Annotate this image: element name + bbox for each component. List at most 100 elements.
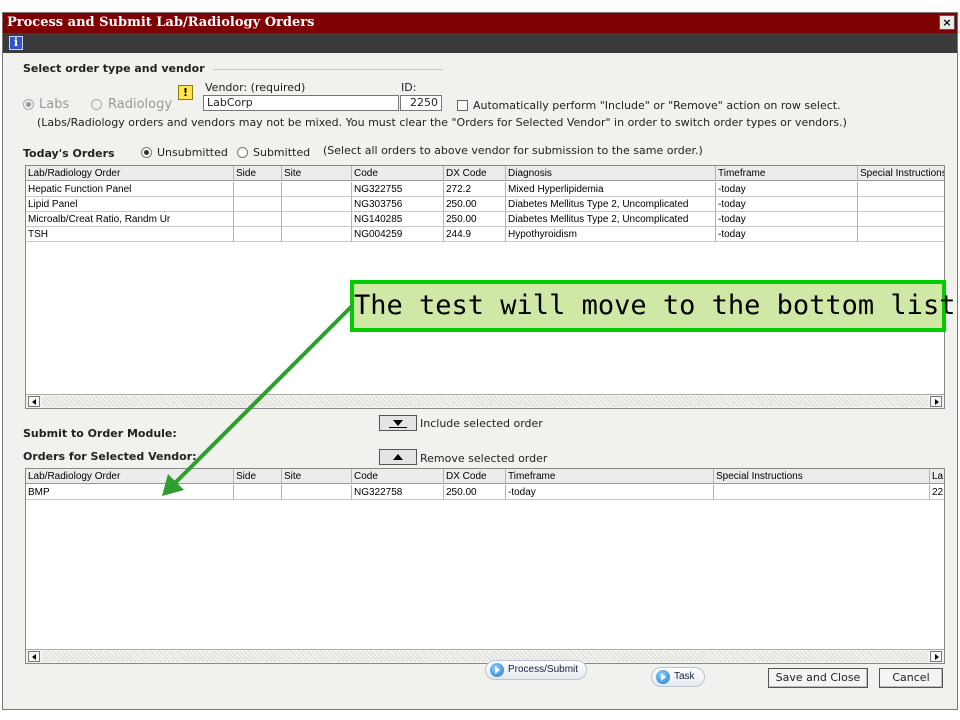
play-icon (656, 670, 670, 684)
column-header[interactable]: Site (282, 469, 352, 484)
radiology-radio[interactable] (91, 99, 102, 110)
scroll-left-icon[interactable] (28, 396, 40, 407)
dx-code-cell: 250.00 (444, 212, 506, 227)
column-header[interactable]: Site (282, 166, 352, 181)
dialog-title: Process and Submit Lab/Radiology Orders (7, 15, 315, 30)
site-cell (282, 227, 352, 242)
column-header[interactable]: Special Instructions (858, 166, 944, 181)
diagnosis-cell: Mixed Hyperlipidemia (506, 182, 716, 197)
column-header[interactable]: Side (234, 166, 282, 181)
todays-orders-header: Lab/Radiology Order Side Site Code DX Co… (26, 166, 944, 181)
code-cell: NG322758 (352, 485, 444, 500)
vendor-orders-header: Lab/Radiology Order Side Site Code DX Co… (26, 469, 944, 484)
close-button[interactable]: × (939, 15, 955, 30)
labs-radio[interactable] (23, 99, 34, 110)
auto-action-checkbox[interactable] (457, 100, 468, 111)
timeframe-cell: -today (716, 197, 858, 212)
column-header[interactable]: DX Code (444, 469, 506, 484)
code-cell: NG303756 (352, 197, 444, 212)
vendor-label: Vendor: (required) (205, 81, 306, 94)
order-cell: Hepatic Function Panel (26, 182, 234, 197)
unsubmitted-label: Unsubmitted (157, 146, 228, 159)
scroll-left-icon[interactable] (28, 651, 40, 662)
column-header[interactable]: Diagnosis (506, 166, 716, 181)
save-and-close-button[interactable]: Save and Close (768, 668, 868, 688)
dx-code-cell: 272.2 (444, 182, 506, 197)
column-header[interactable]: Special Instructions (714, 469, 930, 484)
code-cell: NG004259 (352, 227, 444, 242)
dialog-toolbar: i (3, 33, 957, 53)
order-dialog: Process and Submit Lab/Radiology Orders … (2, 12, 958, 710)
scroll-track[interactable] (42, 651, 928, 662)
include-button[interactable] (379, 415, 417, 431)
timeframe-cell: -today (716, 227, 858, 242)
column-header[interactable]: Code (352, 469, 444, 484)
callout-text: The test will move to the bottom list. (354, 284, 960, 328)
scroll-right-icon[interactable] (930, 651, 942, 662)
order-cell: TSH (26, 227, 234, 242)
todays-orders-hscroll[interactable] (26, 394, 944, 408)
order-cell: Lipid Panel (26, 197, 234, 212)
code-cell: NG140285 (352, 212, 444, 227)
cancel-button[interactable]: Cancel (879, 668, 943, 688)
include-label: Include selected order (420, 417, 543, 430)
instructions-cell (858, 197, 944, 212)
site-cell (282, 197, 352, 212)
scroll-right-icon[interactable] (930, 396, 942, 407)
dx-code-cell: 250.00 (444, 485, 506, 500)
site-cell (282, 485, 352, 500)
submit-title: Submit to Order Module: (23, 427, 177, 440)
order-cell: BMP (26, 485, 234, 500)
column-header[interactable]: La (930, 469, 944, 484)
info-icon[interactable]: i (9, 36, 23, 50)
dx-code-cell: 250.00 (444, 197, 506, 212)
vendor-input[interactable]: LabCorp (203, 95, 399, 111)
unsubmitted-radio[interactable] (141, 147, 152, 158)
site-cell (282, 212, 352, 227)
site-cell (282, 182, 352, 197)
warning-icon: ! (178, 85, 193, 100)
column-header[interactable]: Lab/Radiology Order (26, 166, 234, 181)
table-row[interactable]: TSH NG004259 244.9 Hypothyroidism -today (26, 227, 944, 242)
diagnosis-cell: Diabetes Mellitus Type 2, Uncomplicated (506, 212, 716, 227)
column-header[interactable]: Lab/Radiology Order (26, 469, 234, 484)
dx-code-cell: 244.9 (444, 227, 506, 242)
scroll-track[interactable] (42, 396, 928, 407)
process-submit-button[interactable]: Process/Submit (485, 660, 587, 680)
vendor-orders-title: Orders for Selected Vendor: (23, 450, 197, 463)
order-type-note: (Labs/Radiology orders and vendors may n… (37, 116, 847, 129)
submitted-label: Submitted (253, 146, 311, 159)
remove-label: Remove selected order (420, 452, 548, 465)
column-header[interactable]: DX Code (444, 166, 506, 181)
column-header[interactable]: Side (234, 469, 282, 484)
timeframe-cell: -today (716, 182, 858, 197)
vendor-id-input[interactable]: 2250 (400, 95, 442, 111)
side-cell (234, 182, 282, 197)
legend-divider (213, 69, 443, 70)
side-cell (234, 212, 282, 227)
side-cell (234, 485, 282, 500)
task-button[interactable]: Task (651, 667, 705, 687)
remove-button[interactable] (379, 449, 417, 465)
play-icon (490, 663, 504, 677)
column-header[interactable]: Timeframe (506, 469, 714, 484)
vendor-orders-table: Lab/Radiology Order Side Site Code DX Co… (25, 468, 945, 664)
table-row[interactable]: Microalb/Creat Ratio, Randm Ur NG140285 … (26, 212, 944, 227)
column-header[interactable]: Timeframe (716, 166, 858, 181)
table-row[interactable]: Hepatic Function Panel NG322755 272.2 Mi… (26, 182, 944, 197)
instructions-cell (858, 227, 944, 242)
instructions-cell (714, 485, 930, 500)
process-submit-label: Process/Submit (508, 664, 579, 675)
labs-label: Labs (39, 97, 70, 112)
vendor-orders-hscroll[interactable] (26, 649, 944, 663)
la-cell: 22 (930, 485, 944, 500)
task-label: Task (674, 671, 695, 682)
order-cell: Microalb/Creat Ratio, Randm Ur (26, 212, 234, 227)
order-type-legend: Select order type and vendor (23, 62, 205, 75)
table-row[interactable]: BMP NG322758 250.00 -today 22 (26, 485, 944, 500)
submitted-radio[interactable] (237, 147, 248, 158)
todays-orders-title: Today's Orders (23, 147, 115, 160)
table-row[interactable]: Lipid Panel NG303756 250.00 Diabetes Mel… (26, 197, 944, 212)
column-header[interactable]: Code (352, 166, 444, 181)
todays-orders-hint: (Select all orders to above vendor for s… (323, 144, 703, 157)
